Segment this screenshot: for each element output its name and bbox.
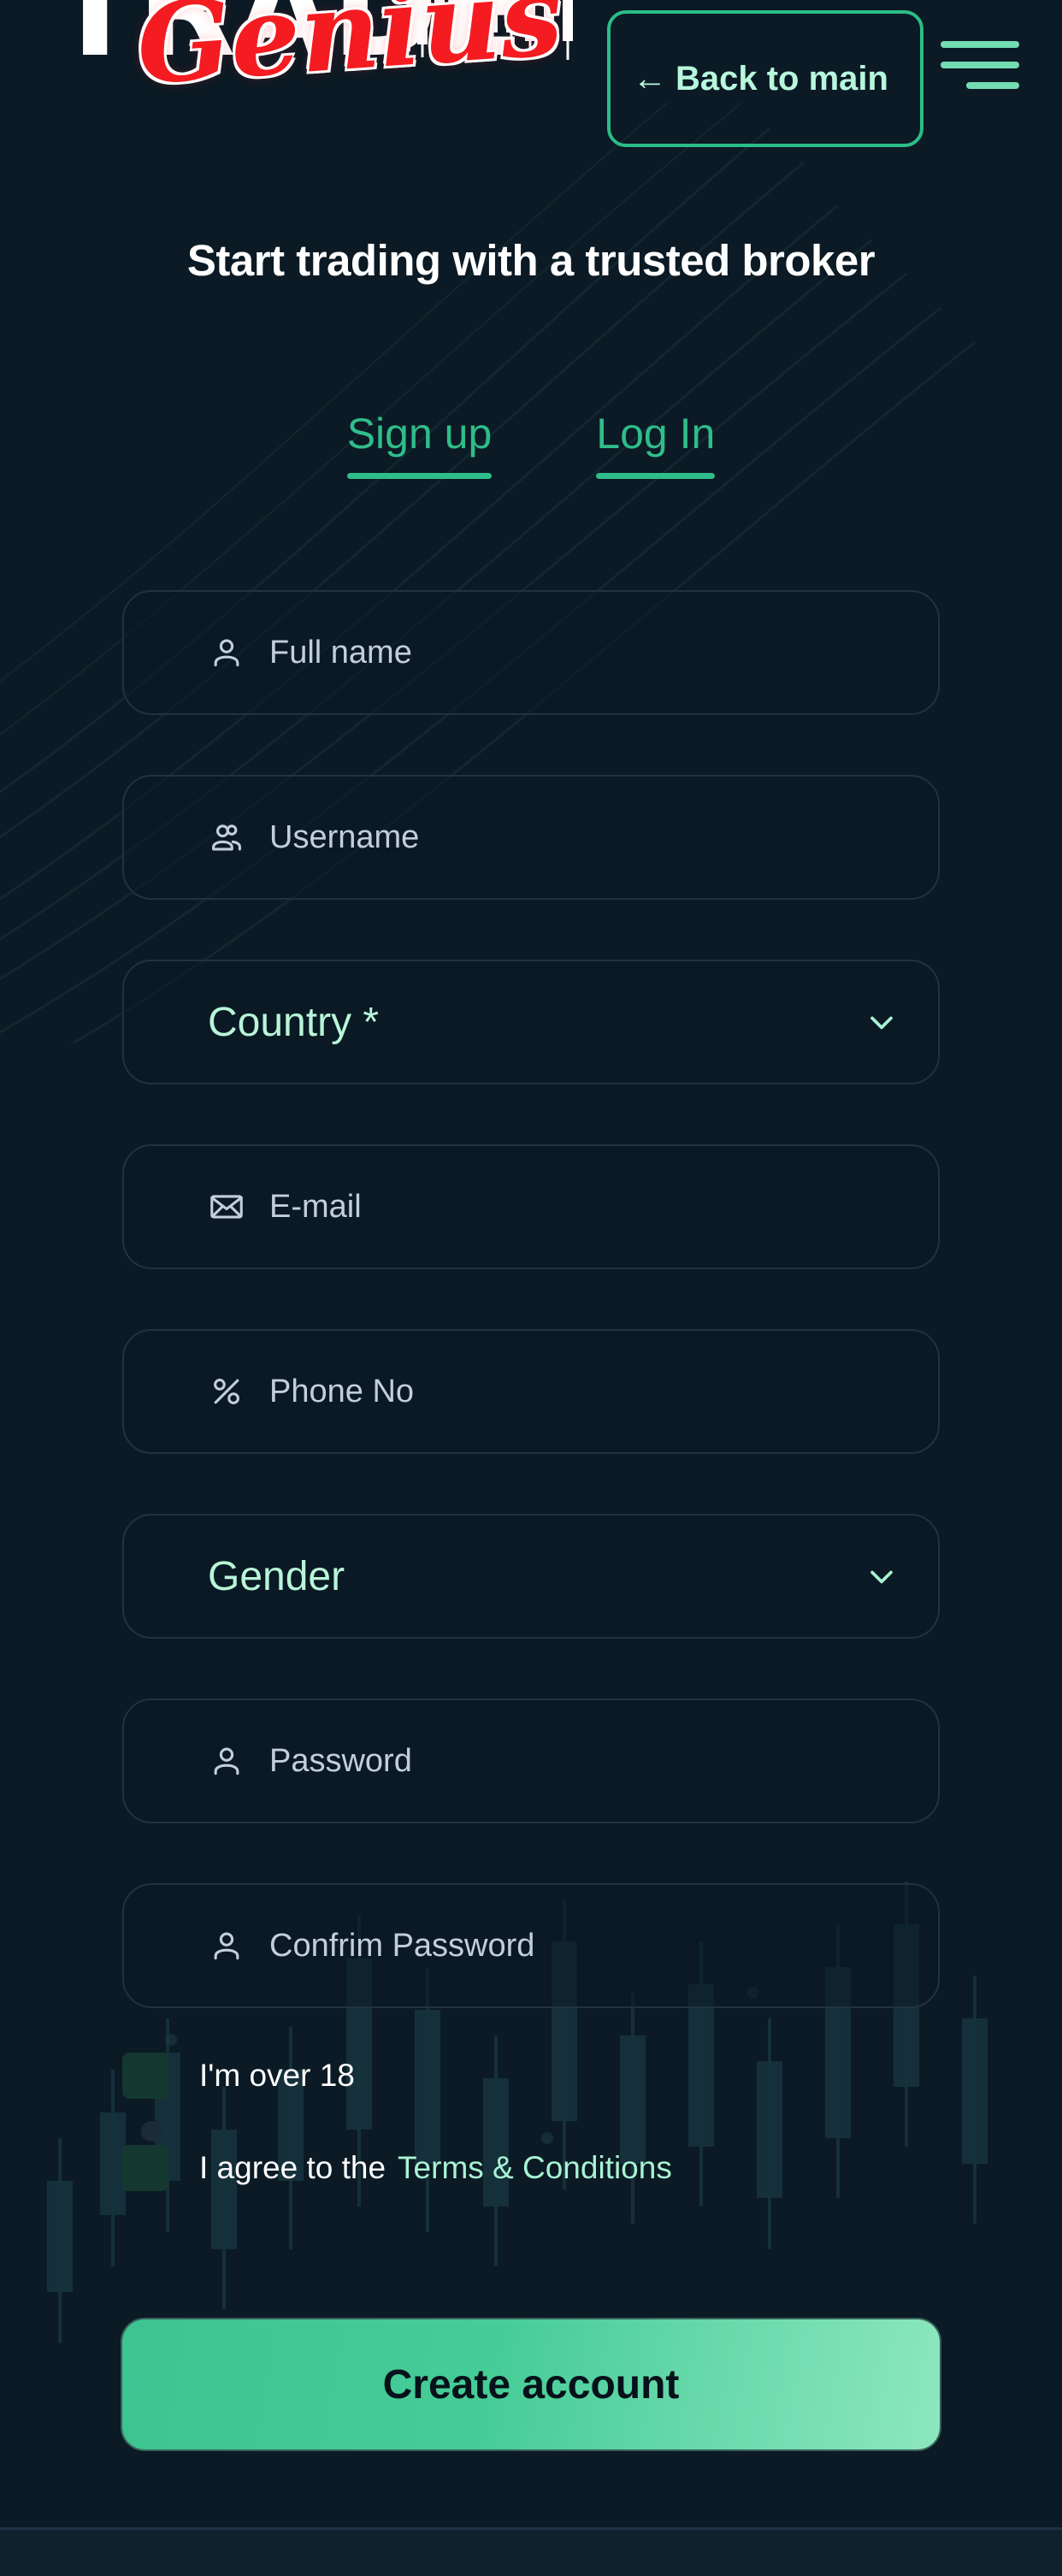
people-icon bbox=[212, 824, 241, 851]
full-name-placeholder: Full name bbox=[269, 634, 412, 671]
hamburger-menu-icon[interactable] bbox=[941, 41, 1019, 101]
gender-select-label: Gender bbox=[208, 1553, 345, 1599]
over-18-checkbox[interactable] bbox=[122, 2053, 168, 2099]
back-to-main-label: Back to main bbox=[676, 60, 888, 97]
full-name-field[interactable]: Full name bbox=[122, 590, 940, 715]
page-header: TRADE Genius ← Back to main bbox=[0, 0, 1062, 205]
country-select[interactable]: Country * bbox=[122, 960, 940, 1084]
terms-checkbox[interactable] bbox=[122, 2145, 168, 2191]
hamburger-line-2 bbox=[941, 62, 1019, 68]
email-placeholder: E-mail bbox=[269, 1188, 362, 1225]
signup-page: TRADE Genius ← Back to main Start tradin… bbox=[0, 0, 1062, 2576]
terms-label: I agree to the bbox=[199, 2150, 386, 2185]
over-18-label: I'm over 18 bbox=[199, 2058, 355, 2093]
username-field[interactable]: Username bbox=[122, 775, 940, 900]
password-field[interactable]: Password bbox=[122, 1699, 940, 1823]
tab-sign-up[interactable]: Sign up bbox=[346, 409, 492, 479]
auth-tabs: Sign up Log In bbox=[0, 409, 1062, 479]
phone-placeholder: Phone No bbox=[269, 1373, 415, 1409]
page-tagline: Start trading with a trusted broker bbox=[186, 236, 876, 285]
password-placeholder: Password bbox=[269, 1742, 412, 1779]
decorative-dot bbox=[141, 2121, 162, 2142]
percent-icon bbox=[214, 1379, 239, 1404]
tab-log-in[interactable]: Log In bbox=[596, 409, 716, 479]
chevron-down-icon bbox=[870, 1570, 893, 1584]
footer-strip bbox=[0, 2527, 1062, 2576]
envelope-icon bbox=[210, 1195, 243, 1219]
signup-form: Full name Username Country * E-mail Phon… bbox=[122, 590, 940, 2068]
username-placeholder: Username bbox=[269, 818, 420, 855]
phone-field[interactable]: Phone No bbox=[122, 1329, 940, 1454]
over-18-row: I'm over 18 bbox=[122, 2053, 940, 2099]
create-account-button[interactable]: Create account bbox=[122, 2319, 940, 2449]
back-arrow-icon: ← bbox=[633, 60, 667, 97]
email-field[interactable]: E-mail bbox=[122, 1144, 940, 1269]
hamburger-line-3 bbox=[966, 82, 1019, 89]
country-select-label: Country * bbox=[208, 999, 380, 1045]
terms-and-conditions-link[interactable]: Terms & Conditions bbox=[398, 2150, 672, 2186]
confirm-password-field[interactable]: Confrim Password bbox=[122, 1883, 940, 2008]
confirm-password-placeholder: Confrim Password bbox=[269, 1927, 535, 1964]
consent-checkboxes: I'm over 18 I agree to the Terms & Condi… bbox=[122, 2053, 940, 2237]
person-icon bbox=[214, 639, 239, 667]
person-icon bbox=[214, 1747, 239, 1775]
brand-logo[interactable]: TRADE Genius bbox=[26, 0, 590, 186]
terms-row: I agree to the Terms & Conditions bbox=[122, 2145, 940, 2191]
back-to-main-button[interactable]: ← Back to main bbox=[607, 10, 923, 147]
hamburger-line-1 bbox=[941, 41, 1019, 48]
person-icon bbox=[214, 1932, 239, 1960]
gender-select[interactable]: Gender bbox=[122, 1514, 940, 1639]
chevron-down-icon bbox=[870, 1016, 893, 1030]
